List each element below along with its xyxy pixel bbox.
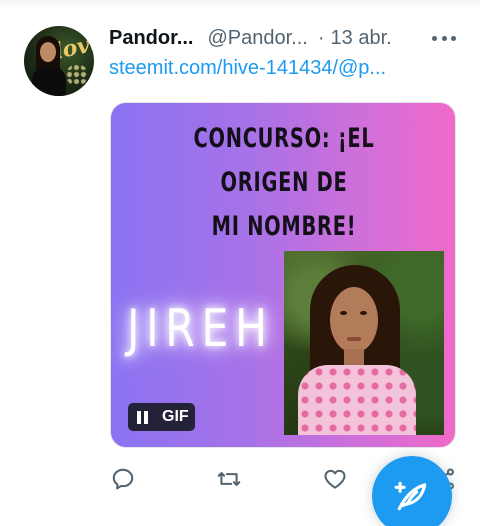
photo-eye xyxy=(360,311,367,315)
compose-button[interactable] xyxy=(372,456,452,526)
more-dot xyxy=(432,35,437,41)
avatar-face xyxy=(40,42,56,62)
tweet-media-gif[interactable]: CONCURSO: ¡EL ORIGEN DE MI NOMBRE! JIREH… xyxy=(110,102,456,448)
photo-face xyxy=(330,287,378,353)
girl-photo xyxy=(284,251,444,435)
tweet-header: Pandor... @Pandor... · 13 abr. xyxy=(109,26,392,50)
author-name[interactable]: Pandor... xyxy=(109,27,193,50)
photo-eye xyxy=(340,311,347,315)
retweet-icon[interactable] xyxy=(214,462,244,496)
tweet-link[interactable]: steemit.com/hive-141434/@p... xyxy=(109,57,386,80)
avatar[interactable]: love xyxy=(24,26,94,96)
avatar-body xyxy=(32,66,66,96)
media-title: CONCURSO: ¡EL ORIGEN DE MI NOMBRE! xyxy=(159,117,408,249)
more-dot xyxy=(441,35,447,41)
avatar-bokeh xyxy=(66,64,88,86)
author-handle[interactable]: @Pandor... xyxy=(207,27,307,50)
more-horizontal-icon[interactable] xyxy=(428,26,460,50)
heart-icon[interactable] xyxy=(320,462,350,496)
more-dot xyxy=(451,35,456,41)
top-edge xyxy=(0,0,480,10)
tweet-date[interactable]: 13 abr. xyxy=(331,27,392,50)
header-separator: · xyxy=(317,26,325,49)
photo-mouth xyxy=(347,337,361,341)
media-title-line-2: MI NOMBRE! xyxy=(211,211,357,242)
gif-badge[interactable]: GIF xyxy=(128,403,195,431)
pause-icon[interactable] xyxy=(128,403,156,431)
compose-feather-icon xyxy=(394,481,427,511)
gif-label: GIF xyxy=(156,403,195,431)
media-name-text: JIREH xyxy=(127,299,274,359)
media-title-line-1: CONCURSO: ¡EL ORIGEN DE xyxy=(193,123,375,198)
photo-dress xyxy=(298,365,416,435)
reply-icon[interactable] xyxy=(108,462,138,496)
